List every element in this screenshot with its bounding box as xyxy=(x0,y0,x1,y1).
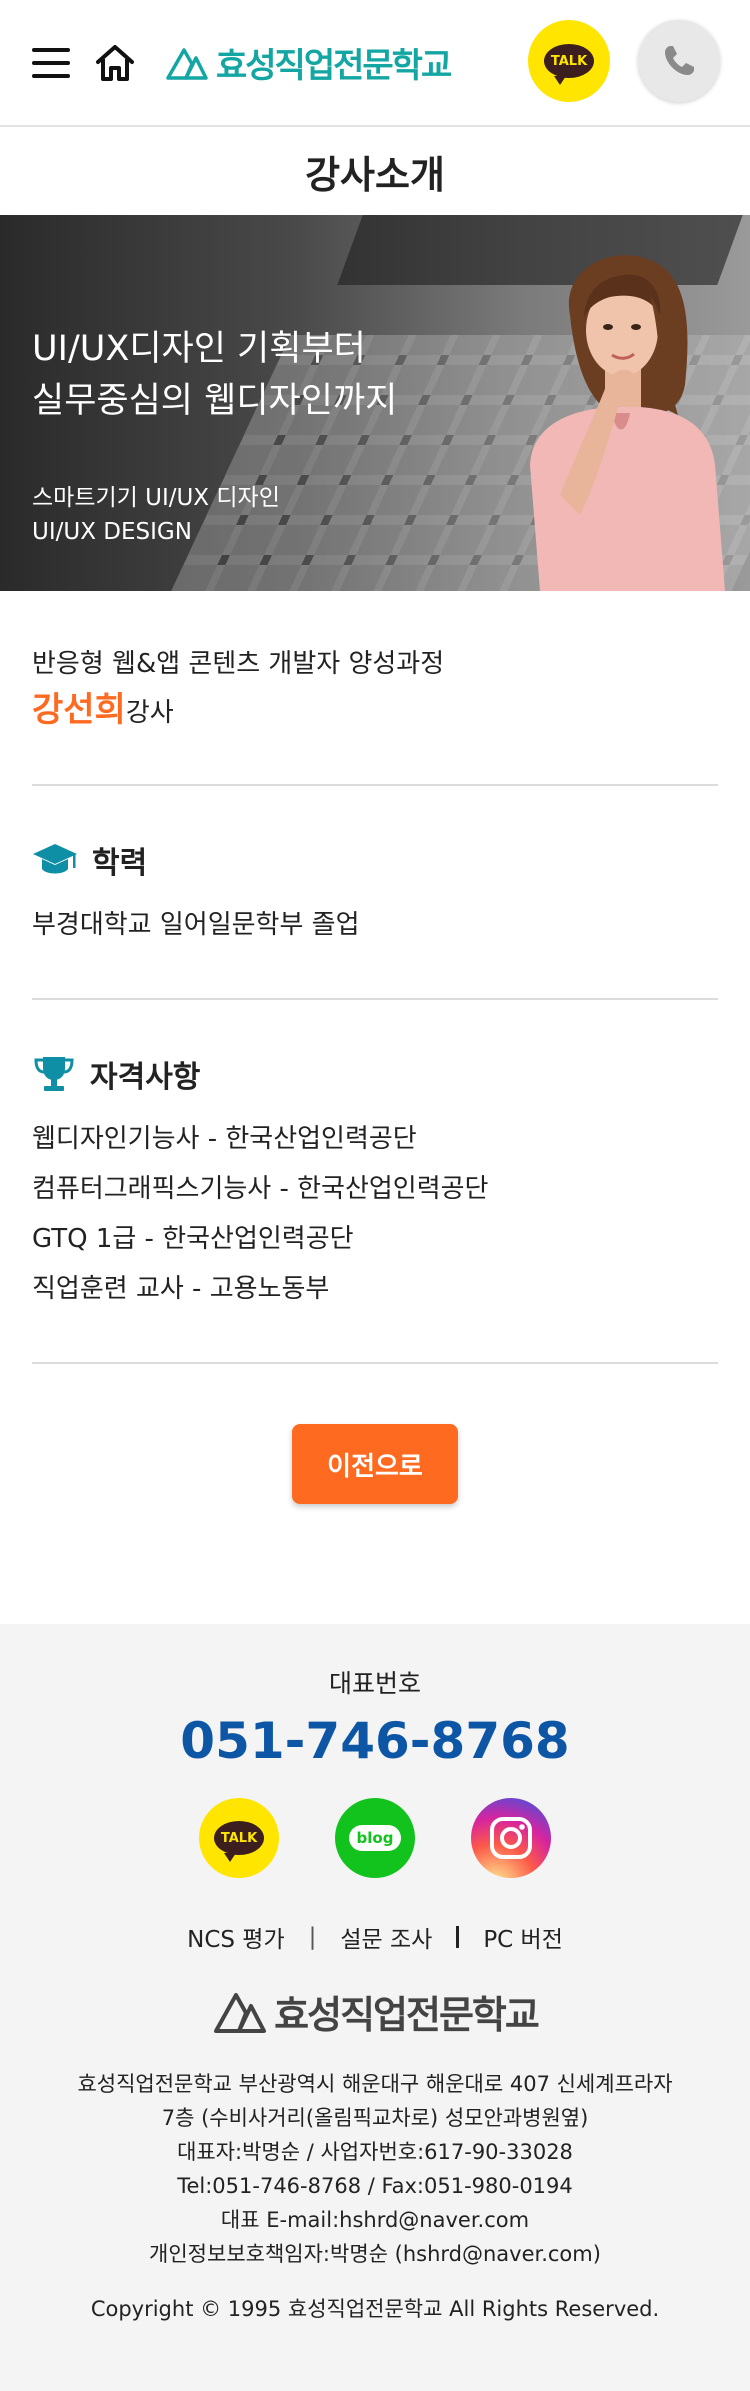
naver-blog-link[interactable]: blog xyxy=(335,1798,415,1878)
trophy-icon xyxy=(34,1057,74,1091)
footer-logo: 효성직업전문학교 xyxy=(0,1984,750,2039)
certifications-header: 자격사항 xyxy=(32,1052,718,1096)
kakao-talk-icon: TALK xyxy=(544,44,594,85)
phone-call-button[interactable] xyxy=(638,20,720,102)
phone-icon xyxy=(665,46,694,75)
certifications-section: 자격사항 웹디자인기능사 - 한국산업인력공단 컴퓨터그래픽스기능사 - 한국산… xyxy=(32,1000,718,1364)
button-area: 이전으로 xyxy=(32,1364,718,1624)
footer-links: NCS 평가 | 설문 조사 PC 버전 xyxy=(0,1920,750,1954)
kakao-talk-icon: TALK xyxy=(214,1821,264,1862)
blog-icon: blog xyxy=(348,1825,402,1851)
hero-headline-line1: UI/UX디자인 기획부터 xyxy=(32,329,366,369)
survey-link[interactable]: 설문 조사 xyxy=(340,1920,432,1954)
previous-button[interactable]: 이전으로 xyxy=(292,1424,458,1504)
hero-sub-line1: 스마트기기 UI/UX 디자인 xyxy=(32,485,280,511)
ncs-link[interactable]: NCS 평가 xyxy=(187,1920,285,1954)
info-line: Tel:051-746-8768 / Fax:051-980-0194 xyxy=(177,2174,573,2198)
rep-phone-number[interactable]: 051-746-8768 xyxy=(0,1706,750,1776)
course-name: 반응형 웹&앱 콘텐츠 개발자 양성과정 xyxy=(32,649,445,679)
info-line: 7층 (수비사거리(올림픽교차로) 성모안과병원옆) xyxy=(161,2106,589,2130)
page-title: 강사소개 xyxy=(305,152,445,197)
hero-headline-line2: 실무중심의 웹디자인까지 xyxy=(32,381,398,421)
site-header: 효성직업전문학교 TALK xyxy=(0,0,750,127)
instructor-content: 반응형 웹&앱 콘텐츠 개발자 양성과정 강선희강사 학력 부경대학교 일어일문… xyxy=(0,591,750,1624)
info-line: 대표 E-mail:hshrd@naver.com xyxy=(220,2208,530,2232)
instructor-title: 강사 xyxy=(125,698,174,728)
certification-item: 웹디자인기능사 - 한국산업인력공단 xyxy=(32,1124,417,1154)
footer-talk-label: TALK xyxy=(220,1830,258,1846)
kakao-talk-link[interactable]: TALK xyxy=(199,1798,279,1878)
logo-mark-icon xyxy=(166,47,208,80)
instructor-intro: 반응형 웹&앱 콘텐츠 개발자 양성과정 강선희강사 xyxy=(32,591,718,786)
talk-label: TALK xyxy=(550,53,588,69)
copyright: Copyright © 1995 효성직업전문학교 All Rights Res… xyxy=(90,2297,660,2321)
graduation-cap-icon xyxy=(33,844,77,874)
link-divider: | xyxy=(308,1924,317,1950)
company-info: 효성직업전문학교 부산광역시 해운대구 해운대로 407 신세계프라자 7층 (… xyxy=(0,2067,750,2271)
kakao-talk-button[interactable]: TALK xyxy=(528,20,610,102)
hero-subtitle: 스마트기기 UI/UX 디자인 UI/UX DESIGN xyxy=(32,481,280,549)
hamburger-icon[interactable] xyxy=(32,47,70,78)
home-icon[interactable] xyxy=(94,42,136,84)
link-divider xyxy=(456,1926,460,1948)
education-item: 부경대학교 일어일문학부 졸업 xyxy=(32,910,360,940)
hero-sub-line2: UI/UX DESIGN xyxy=(32,519,192,545)
education-section: 학력 부경대학교 일어일문학부 졸업 xyxy=(32,786,718,1000)
info-line: 개인정보보호책임자:박명순 (hshrd@naver.com) xyxy=(149,2242,601,2266)
logo-text: 효성직업전문학교 xyxy=(216,46,452,86)
instructor-name: 강선희 xyxy=(32,690,126,730)
instructor-photo xyxy=(530,255,725,591)
site-footer: 대표번호 051-746-8768 TALK blog NCS 평가 | 설문 … xyxy=(0,1624,750,2391)
rep-phone-label: 대표번호 xyxy=(328,1669,421,1698)
hero-headline: UI/UX디자인 기획부터 실무중심의 웹디자인까지 xyxy=(32,323,397,427)
social-links: TALK blog xyxy=(0,1798,750,1878)
instagram-link[interactable] xyxy=(471,1798,551,1878)
education-header: 학력 xyxy=(32,838,718,882)
hero-banner: UI/UX디자인 기획부터 실무중심의 웹디자인까지 스마트기기 UI/UX 디… xyxy=(0,215,750,591)
info-line: 대표자:박명순 / 사업자번호:617-90-33028 xyxy=(177,2140,573,2164)
certification-item: 직업훈련 교사 - 고용노동부 xyxy=(32,1274,330,1304)
instructor-name-line: 강선희강사 xyxy=(32,689,718,734)
pc-version-link[interactable]: PC 버전 xyxy=(483,1920,563,1954)
certifications-title: 자격사항 xyxy=(90,1060,201,1095)
logo-mark-icon xyxy=(214,1992,267,2033)
education-title: 학력 xyxy=(92,846,148,881)
footer-logo-text: 효성직업전문학교 xyxy=(274,1993,540,2037)
certification-item: GTQ 1급 - 한국산업인력공단 xyxy=(32,1224,354,1254)
certification-item: 컴퓨터그래픽스기능사 - 한국산업인력공단 xyxy=(32,1174,489,1204)
instagram-icon xyxy=(490,1817,532,1859)
info-line: 효성직업전문학교 부산광역시 해운대구 해운대로 407 신세계프라자 xyxy=(77,2072,673,2096)
site-logo[interactable]: 효성직업전문학교 xyxy=(164,38,452,87)
